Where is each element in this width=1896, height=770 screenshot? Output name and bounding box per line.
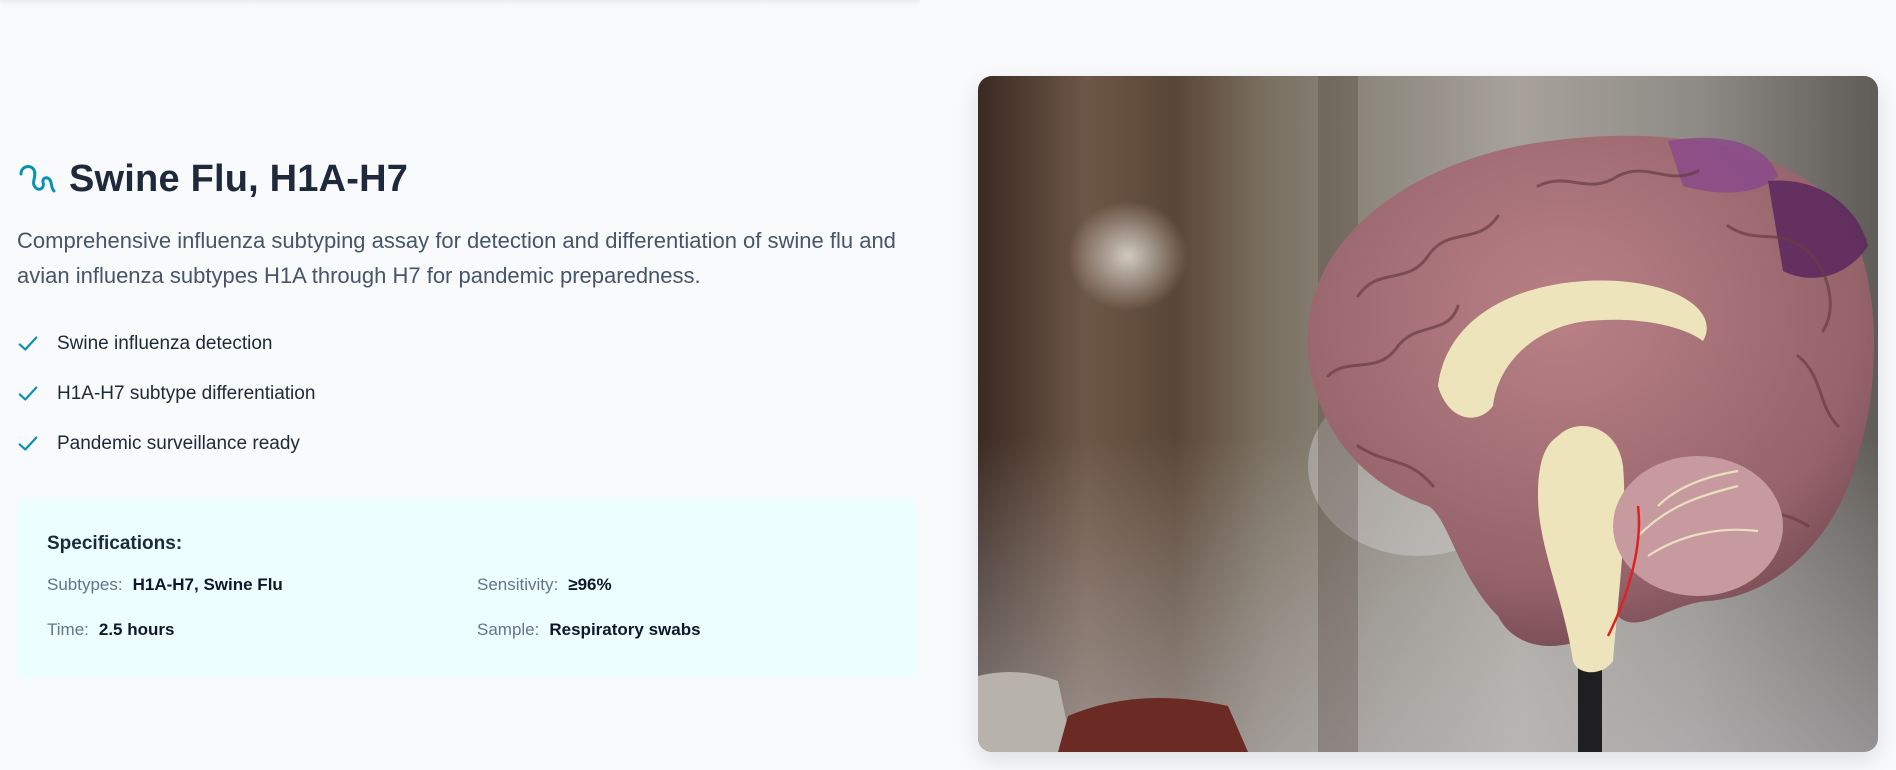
page-title: Swine Flu, H1A-H7 [69, 158, 409, 200]
check-icon [18, 336, 38, 351]
virus-squiggle-icon [17, 160, 57, 200]
spec-time: Time: 2.5 hours [47, 620, 477, 643]
specifications-panel: Specifications: Subtypes: H1A-H7, Swine … [17, 499, 917, 677]
specifications-grid: Subtypes: H1A-H7, Swine Flu Sensitivity:… [47, 575, 887, 643]
spec-label: Subtypes: [47, 575, 123, 594]
feature-label: Swine influenza detection [57, 333, 273, 354]
feature-label: Pandemic surveillance ready [57, 433, 300, 454]
header-shadow [0, 0, 920, 6]
spec-sample: Sample: Respiratory swabs [477, 620, 907, 643]
spec-label: Time: [47, 620, 89, 639]
product-description: Comprehensive influenza subtyping assay … [17, 228, 896, 288]
feature-label: H1A-H7 subtype differentiation [57, 383, 316, 404]
spec-sensitivity: Sensitivity: ≥96% [477, 575, 907, 598]
list-item: Swine influenza detection [17, 319, 917, 369]
product-info: Swine Flu, H1A-H7 Comprehensive influenz… [17, 158, 917, 677]
feature-list: Swine influenza detection H1A-H7 subtype… [17, 319, 917, 469]
specifications-heading: Specifications: [47, 533, 183, 554]
spec-subtypes: Subtypes: H1A-H7, Swine Flu [47, 575, 477, 598]
title-row: Swine Flu, H1A-H7 [17, 158, 917, 201]
list-item: H1A-H7 subtype differentiation [17, 369, 917, 419]
check-icon [18, 386, 38, 401]
spec-label: Sensitivity: [477, 575, 559, 594]
spec-label: Sample: [477, 620, 540, 639]
list-item: Pandemic surveillance ready [17, 419, 917, 469]
spec-value: Respiratory swabs [549, 620, 701, 639]
check-icon [18, 436, 38, 451]
spec-value: 2.5 hours [98, 620, 175, 639]
spec-value: ≥96% [568, 575, 612, 594]
spec-value: H1A-H7, Swine Flu [132, 575, 283, 594]
brain-model-photo [978, 76, 1878, 752]
